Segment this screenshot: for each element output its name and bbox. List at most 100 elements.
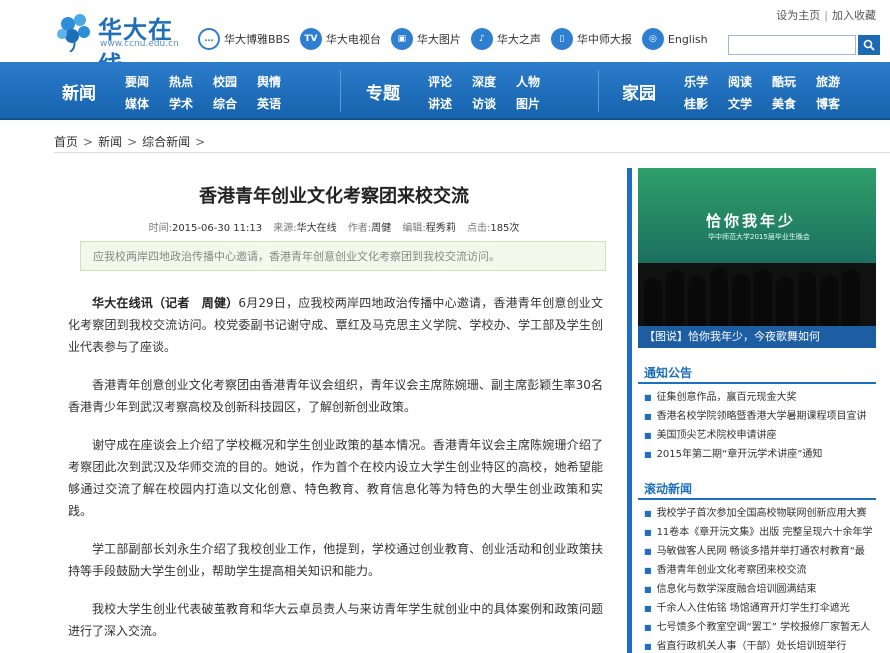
list-item[interactable]: ■ 省直行政机关人事（干部）处长培训班举行 [638,637,876,653]
article-summary: 应我校两岸四地政治传播中心邀请，香港青年创意创业文化考察团到我校交流访问。 [80,241,606,271]
utility-links: 设为主页 | 加入收藏 [776,7,876,23]
article-paragraph: 谢守成在座谈会上介绍了学校概况和学生创业政策的基本情况。香港青年议会主席陈婉珊介… [68,438,603,518]
nav-item[interactable]: 博客 [816,93,840,115]
nav-item[interactable]: 讲述 [428,93,452,115]
bullet-icon: ■ [644,431,652,440]
article-lead: 华大在线讯（记者 周健） [92,296,239,310]
nav-item[interactable]: 访谈 [472,93,496,115]
photo-banner-text: 恰你我年少 [706,212,797,230]
notice-header: 通知公告 [638,360,876,384]
silhouette [732,274,750,326]
nav-head-special[interactable]: 专题 [366,79,400,104]
nav-item[interactable]: 英语 [257,93,281,115]
nav-item[interactable]: 综合 [213,93,237,115]
list-item[interactable]: ■ 香港青年创业文化考察团来校交流 [638,561,876,580]
top-links: … 华大博雅BBS TV 华大电视台 ▣ 华大图片 ♪ 华大之声 ▯ 华中师大报… [198,26,718,52]
meta-time: 2015-06-30 11:13 [171,223,263,234]
list-item[interactable]: ■ 11卷本《章开沅文集》出版 完整呈现六十余年学 [638,523,876,542]
breadcrumb-general-news[interactable]: 综合新闻 [142,135,190,149]
featured-photo[interactable]: 恰你我年少 华中师范大学2015届毕业生晚会 [638,168,876,326]
search-icon [863,39,875,51]
top-link-tv[interactable]: TV 华大电视台 [299,28,381,50]
notice-list: ■ 征集创意作品，赢百元现金大奖 ■ 香港名校学院领略暨香港大学暑期课程项目宣讲 ■… [638,384,876,464]
nav-item[interactable]: 评论 [428,71,452,93]
bullet-icon: ■ [644,566,652,575]
list-item[interactable]: ■ 信息化与数学深度融合培训圆满结束 [638,580,876,599]
top-link-label: 华中师大报 [576,33,632,46]
nav-item[interactable]: 热点 [169,71,193,93]
rolling-news-title[interactable]: 滚动新闻 [644,480,692,497]
article-paragraph: 华大在线讯（记者 周健）6月29日，应我校两岸四地政治传播中心邀请，香港青年创意… [68,292,603,358]
article-meta: 时间:2015-06-30 11:13 来源:华大在线 作者:周健 编辑:程秀莉… [54,219,614,234]
nav-item[interactable]: 酷玩 [772,71,796,93]
logo-flower-icon [57,14,90,52]
nav-item[interactable]: 图片 [516,93,540,115]
nav-item[interactable]: 深度 [472,71,496,93]
util-separator: | [824,9,828,22]
set-homepage-link[interactable]: 设为主页 [776,9,820,22]
article-title: 香港青年创业文化考察团来校交流 [199,186,469,207]
bullet-icon: ■ [644,528,652,537]
list-item[interactable]: ■ 征集创意作品，赢百元现金大奖 [638,388,876,407]
nav-item[interactable]: 人物 [516,71,540,93]
list-item-text: 我校学子首次参加全国高校物联网创新应用大赛 [656,508,867,519]
nav-item[interactable]: 学术 [169,93,193,115]
bullet-icon: ■ [644,509,652,518]
nav-item[interactable]: 美食 [772,93,796,115]
list-item[interactable]: ■ 香港名校学院领略暨香港大学暑期课程项目宣讲 [638,407,876,426]
nav-item[interactable]: 旅游 [816,71,840,93]
list-item-text: 香港青年创业文化考察团来校交流 [656,565,807,576]
newspaper-icon: ▯ [550,28,573,50]
search-button[interactable] [858,35,880,55]
chat-bubble-icon: … [198,28,220,50]
list-item-text: 2015年第二期“章开沅学术讲座”通知 [656,449,823,460]
list-item[interactable]: ■ 我校学子首次参加全国高校物联网创新应用大赛 [638,504,876,523]
search-input[interactable] [728,35,856,55]
list-item[interactable]: ■ 七号馈多个教室空调“罢工” 学校报修厂家暂无人 [638,618,876,637]
top-link-pictures[interactable]: ▣ 华大图片 [390,28,461,50]
nav-item[interactable]: 要闻 [125,71,149,93]
top-link-bbs[interactable]: … 华大博雅BBS [198,28,290,50]
nav-item[interactable]: 舆情 [257,71,281,93]
picture-icon: ▣ [390,28,413,50]
nav-section-special: 专题 评论 讲述 深度 访谈 人物 图片 [340,62,600,120]
notice-title[interactable]: 通知公告 [644,364,692,381]
rolling-news-header: 滚动新闻 [638,476,876,500]
search-box [728,35,880,55]
site-logo[interactable]: 华大在线 www.ccnu.edu.cn [54,8,194,79]
nav-item[interactable]: 媒体 [125,93,149,115]
nav-item[interactable]: 阅读 [728,71,752,93]
top-header: 华大在线 www.ccnu.edu.cn … 华大博雅BBS TV 华大电视台 … [0,0,890,79]
photo-crowd [638,263,876,326]
silhouette [710,268,728,326]
nav-news-items: 要闻 媒体 热点 学术 校园 综合 舆情 英语 [125,71,281,115]
top-link-label: 华大图片 [416,33,461,46]
silhouette [820,275,838,326]
list-item-text: 千余人入住佑铭 场馆通宵开灯学生打伞遮光 [656,603,850,614]
top-link-radio[interactable]: ♪ 华大之声 [470,28,541,50]
list-item[interactable]: ■ 马敏做客人民网 畅谈多措并举打通农村教育“最 [638,542,876,561]
bullet-icon: ■ [644,642,652,651]
nav-head-home[interactable]: 家园 [622,79,656,104]
meta-source: 华大在线 [296,223,337,234]
breadcrumb-news[interactable]: 新闻 [98,135,122,149]
nav-section-home: 家园 乐学 桂影 阅读 文学 酷玩 美食 旅游 博客 [598,62,890,120]
nav-head-news[interactable]: 新闻 [62,79,96,104]
nav-item[interactable]: 乐学 [684,71,708,93]
breadcrumb-home[interactable]: 首页 [54,135,78,149]
top-link-newspaper[interactable]: ▯ 华中师大报 [550,28,632,50]
list-item[interactable]: ■ 2015年第二期“章开沅学术讲座”通知 [638,445,876,464]
article-paragraph: 香港青年创意创业文化考察团由香港青年议会组织，青年议会主席陈婉珊、副主席彭颖生率… [68,378,603,414]
nav-item[interactable]: 文学 [728,93,752,115]
top-link-english[interactable]: ◎ English [641,28,708,50]
list-item[interactable]: ■ 千余人入住佑铭 场馆通宵开灯学生打伞遮光 [638,599,876,618]
article-body: 华大在线讯（记者 周健）6月29日，应我校两岸四地政治传播中心邀请，香港青年创意… [68,292,603,653]
nav-item[interactable]: 桂影 [684,93,708,115]
add-favorite-link[interactable]: 加入收藏 [832,9,876,22]
nav-item[interactable]: 校园 [213,71,237,93]
list-item[interactable]: ■ 美国顶尖艺术院校申请讲座 [638,426,876,445]
photo-caption[interactable]: 【图说】恰你我年少，今夜歌舞如何 [638,326,876,348]
top-link-label: 华大博雅BBS [224,33,290,46]
logo-url: www.ccnu.edu.cn [100,39,179,49]
silhouette [688,276,706,326]
